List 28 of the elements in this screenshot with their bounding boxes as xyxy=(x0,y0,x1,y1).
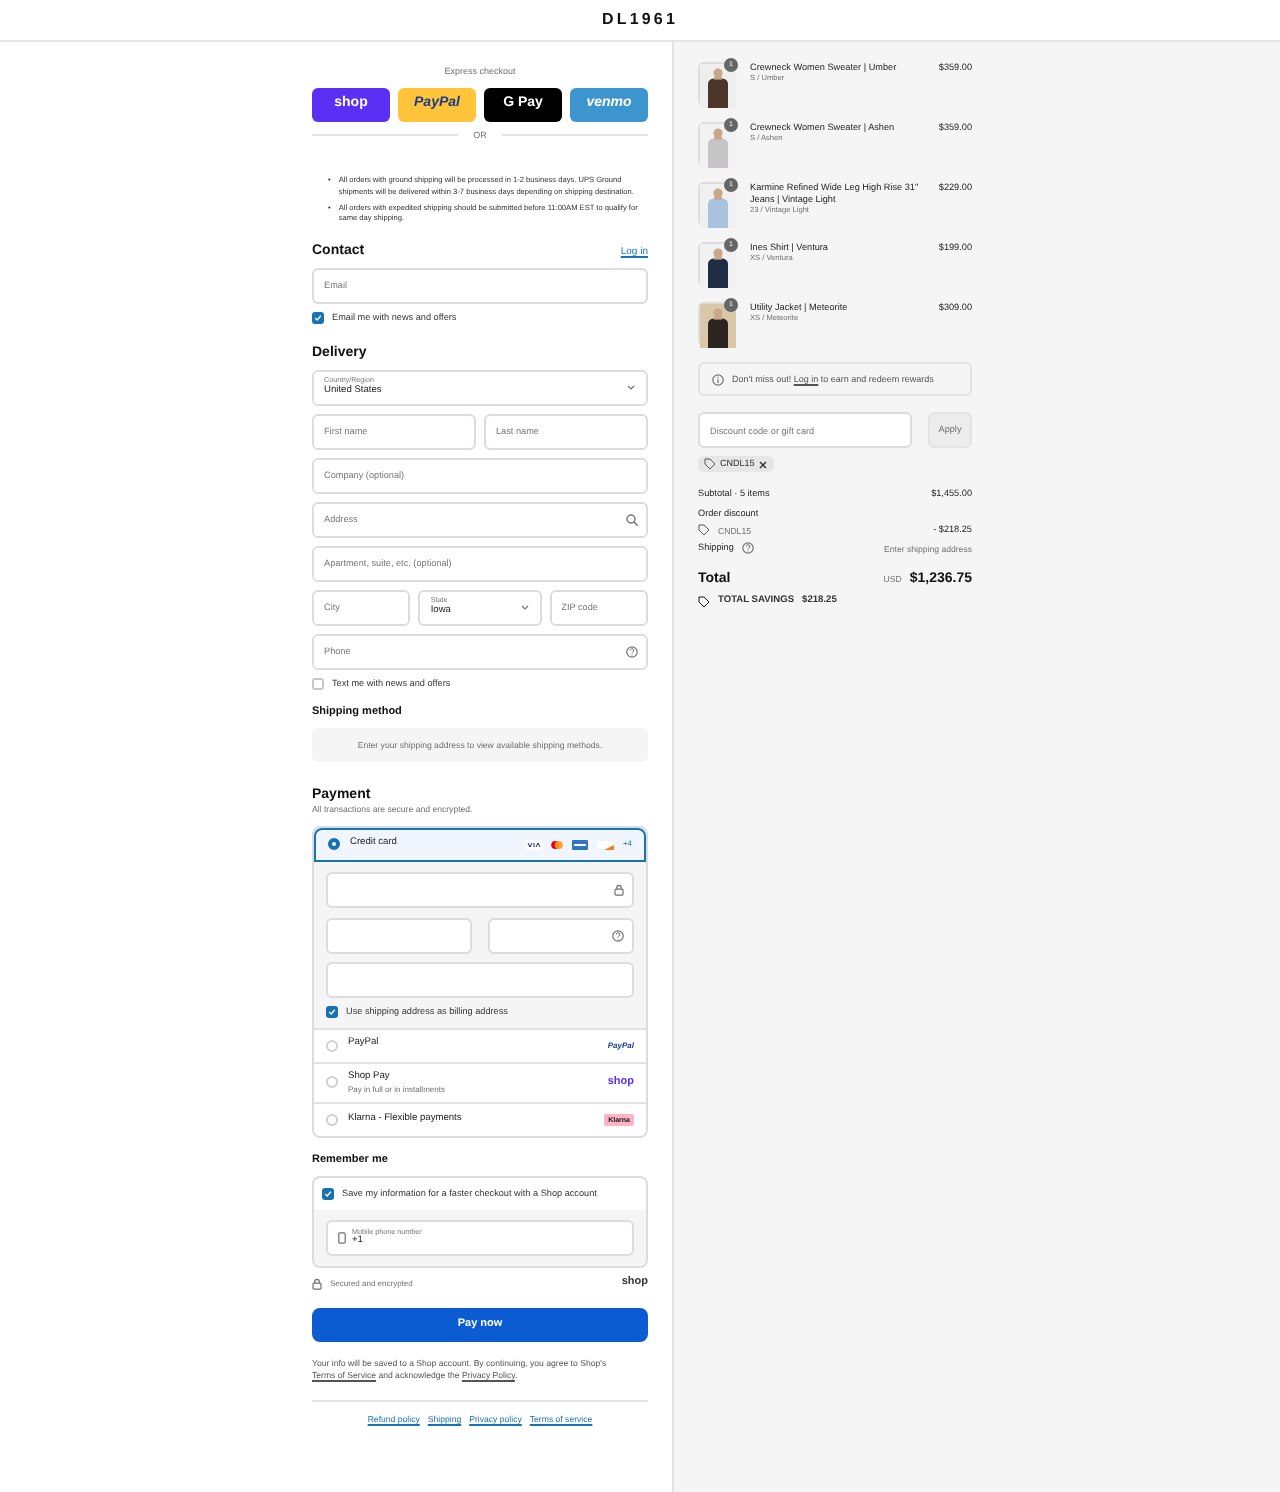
lock-icon xyxy=(312,1277,322,1290)
brand-logo[interactable]: DL1961 xyxy=(601,9,679,31)
lock-icon xyxy=(614,883,624,896)
mastercard-icon xyxy=(550,839,565,850)
input-field[interactable] xyxy=(488,917,634,954)
input-field[interactable] xyxy=(326,961,634,998)
close-icon[interactable] xyxy=(758,459,769,469)
visa-card-icon xyxy=(526,839,543,850)
chevron-icon xyxy=(519,603,530,612)
help-icon xyxy=(626,645,638,658)
checkbox[interactable] xyxy=(312,311,324,324)
checkbox[interactable] xyxy=(312,677,324,690)
input-field[interactable] xyxy=(326,871,634,908)
input-field[interactable] xyxy=(326,917,472,954)
phone-icon xyxy=(338,1232,346,1245)
chevron-icon xyxy=(626,383,636,392)
checkbox[interactable] xyxy=(326,1005,338,1018)
radio-button[interactable] xyxy=(328,838,340,851)
search-icon xyxy=(626,513,638,526)
discover-card-icon xyxy=(596,839,615,850)
tag-icon xyxy=(698,524,710,537)
tag-icon xyxy=(698,595,710,608)
info-icon xyxy=(712,373,724,385)
amex-card-icon xyxy=(572,839,589,850)
help-icon xyxy=(612,929,624,942)
checkbox[interactable] xyxy=(322,1188,334,1201)
help-icon xyxy=(741,542,754,555)
tag-icon xyxy=(704,458,716,470)
